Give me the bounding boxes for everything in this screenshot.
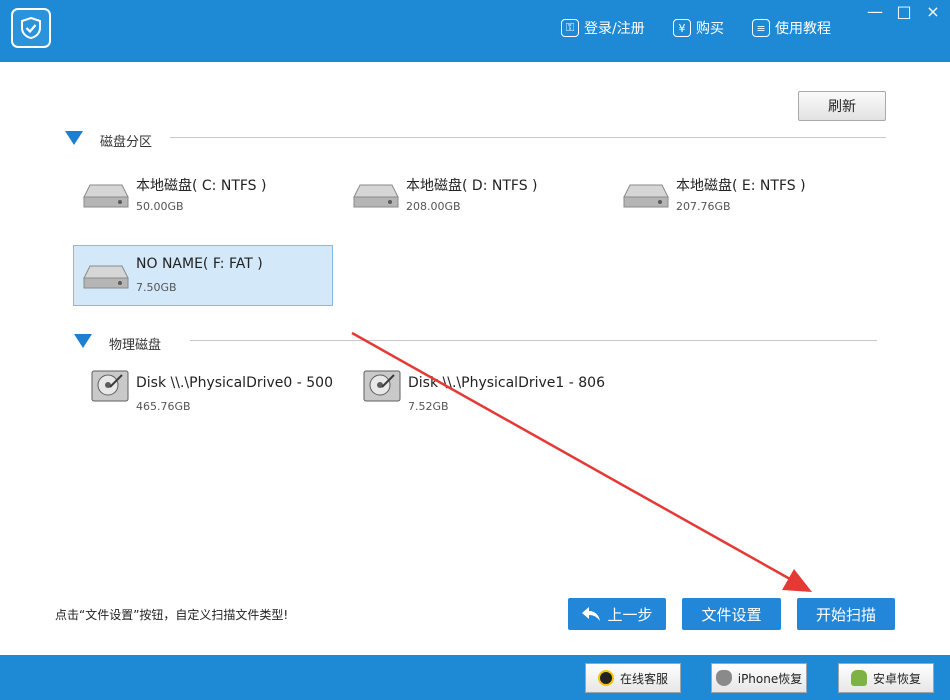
hard-drive-icon xyxy=(623,184,669,208)
qq-penguin-icon xyxy=(597,670,614,686)
partition-item-c[interactable]: 本地磁盘( C: NTFS ) 50.00GB xyxy=(74,165,334,225)
status-bar: 在线客服 iPhone恢复 安卓恢复 xyxy=(0,655,950,700)
yen-icon: ¥ xyxy=(673,19,691,37)
previous-step-button[interactable]: 上一步 xyxy=(568,598,666,630)
physical-drive-size: 7.52GB xyxy=(408,400,449,413)
partition-size: 207.76GB xyxy=(676,200,731,213)
partition-name: 本地磁盘( E: NTFS ) xyxy=(676,178,806,194)
physical-disk-icon xyxy=(363,370,401,402)
app-logo xyxy=(11,8,51,48)
hard-drive-icon xyxy=(83,184,129,208)
start-scan-button[interactable]: 开始扫描 xyxy=(797,598,895,630)
hard-drive-icon xyxy=(353,184,399,208)
shield-check-icon xyxy=(21,16,41,40)
close-button[interactable]: × xyxy=(920,0,946,22)
minimize-button[interactable]: — xyxy=(862,0,888,22)
android-recovery-label: 安卓恢复 xyxy=(872,671,921,686)
login-label: 登录/注册 xyxy=(584,21,645,37)
login-button[interactable]: ⚿ 登录/注册 xyxy=(561,17,645,39)
partition-item-e[interactable]: 本地磁盘( E: NTFS ) 207.76GB xyxy=(614,165,874,225)
physical-drive-1[interactable]: Disk \\.\PhysicalDrive1 - 806 7.52GB xyxy=(352,365,612,425)
maximize-button[interactable]: □ xyxy=(891,0,917,22)
physical-title: 物理磁盘 xyxy=(109,338,162,353)
partitions-collapse-icon[interactable] xyxy=(65,131,83,145)
apple-icon xyxy=(715,670,732,686)
document-icon: ≡ xyxy=(752,19,770,37)
partition-name: NO NAME( F: FAT ) xyxy=(136,256,263,272)
key-icon: ⚿ xyxy=(561,19,579,37)
partition-item-d[interactable]: 本地磁盘( D: NTFS ) 208.00GB xyxy=(344,165,604,225)
partition-size: 208.00GB xyxy=(406,200,461,213)
physical-collapse-icon[interactable] xyxy=(74,334,92,348)
online-service-button[interactable]: 在线客服 xyxy=(585,663,681,693)
partition-size: 50.00GB xyxy=(136,200,184,213)
tutorial-button[interactable]: ≡ 使用教程 xyxy=(752,17,831,39)
back-arrow-icon xyxy=(582,607,601,621)
tutorial-label: 使用教程 xyxy=(775,21,831,37)
previous-step-label: 上一步 xyxy=(607,605,653,624)
title-bar: ⚿ 登录/注册 ¥ 购买 ≡ 使用教程 — □ × xyxy=(0,0,950,62)
iphone-recovery-label: iPhone恢复 xyxy=(737,671,803,686)
refresh-button[interactable]: 刷新 xyxy=(798,91,886,121)
physical-disk-icon xyxy=(91,370,129,402)
hint-text: 点击“文件设置”按钮，自定义扫描文件类型! xyxy=(55,608,289,622)
partition-item-f[interactable]: NO NAME( F: FAT ) 7.50GB xyxy=(73,245,333,306)
android-recovery-button[interactable]: 安卓恢复 xyxy=(838,663,934,693)
maximize-icon: □ xyxy=(896,1,912,21)
hard-drive-icon xyxy=(83,265,129,289)
physical-drive-0[interactable]: Disk \\.\PhysicalDrive0 - 500 465.76GB xyxy=(80,365,340,425)
partition-name: 本地磁盘( D: NTFS ) xyxy=(406,178,538,194)
android-icon xyxy=(850,670,867,686)
close-icon: × xyxy=(926,1,940,21)
online-service-label: 在线客服 xyxy=(619,671,668,686)
iphone-recovery-button[interactable]: iPhone恢复 xyxy=(711,663,807,693)
minimize-icon: — xyxy=(867,1,883,21)
partitions-title: 磁盘分区 xyxy=(100,135,153,150)
section-divider xyxy=(190,340,877,341)
buy-label: 购买 xyxy=(696,21,724,37)
physical-drive-name: Disk \\.\PhysicalDrive1 - 806 xyxy=(408,375,605,391)
physical-drive-name: Disk \\.\PhysicalDrive0 - 500 xyxy=(136,375,333,391)
buy-button[interactable]: ¥ 购买 xyxy=(673,17,724,39)
partition-name: 本地磁盘( C: NTFS ) xyxy=(136,178,267,194)
partition-size: 7.50GB xyxy=(136,281,177,294)
physical-drive-size: 465.76GB xyxy=(136,400,191,413)
section-divider xyxy=(170,137,886,138)
file-settings-button[interactable]: 文件设置 xyxy=(682,598,781,630)
